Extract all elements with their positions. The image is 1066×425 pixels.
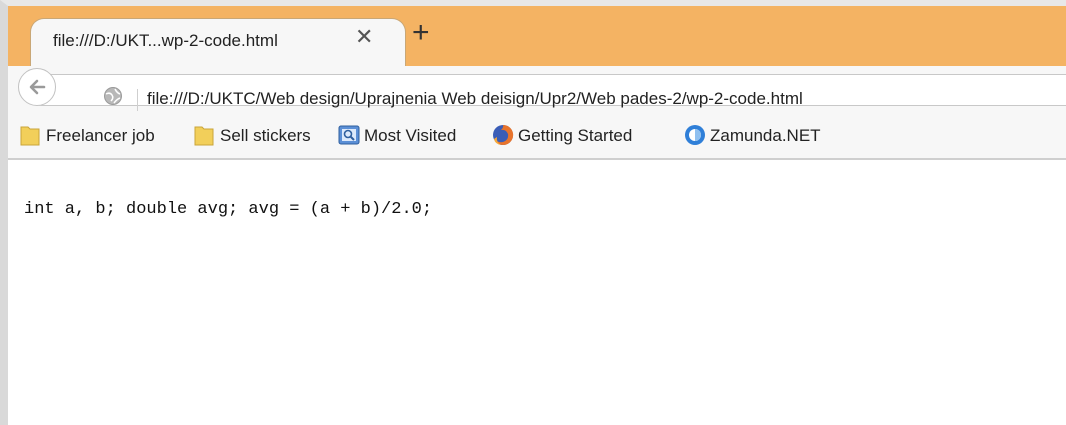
globe-icon (103, 86, 123, 111)
url-text[interactable]: file:///D:/UKTC/Web design/Uprajnenia We… (147, 89, 803, 109)
bookmark-label: Getting Started (518, 126, 633, 145)
most-visited-icon (338, 124, 360, 151)
tab-close-icon[interactable]: ✕ (355, 26, 373, 48)
tab-strip: file:///D:/UKT...wp-2-code.html ✕ + (8, 6, 1066, 66)
tab-title: file:///D:/UKT...wp-2-code.html (53, 31, 278, 50)
bookmark-label: Zamunda.NET (710, 126, 821, 145)
code-text: int a, b; double avg; avg = (a + b)/2.0; (24, 200, 433, 219)
browser-window: file:///D:/UKT...wp-2-code.html ✕ + file… (0, 0, 1066, 425)
url-bar[interactable]: file:///D:/UKTC/Web design/Uprajnenia We… (26, 74, 1066, 111)
back-button[interactable] (18, 68, 56, 106)
page-content: int a, b; double avg; avg = (a + b)/2.0; (8, 160, 1066, 425)
tab-active[interactable]: file:///D:/UKT...wp-2-code.html ✕ (30, 18, 406, 66)
navigation-bar: file:///D:/UKTC/Web design/Uprajnenia We… (8, 66, 1066, 113)
bookmark-label: Sell stickers (220, 126, 311, 145)
url-separator (137, 89, 138, 111)
bookmark-label: Freelancer job (46, 126, 155, 145)
firefox-icon (492, 124, 514, 151)
back-arrow-icon (29, 79, 46, 95)
bookmark-label: Most Visited (364, 126, 457, 145)
new-tab-button[interactable]: + (412, 18, 430, 48)
folder-icon (20, 124, 40, 151)
folder-icon (194, 124, 214, 151)
bookmarks-toolbar: Freelancer job Sell stickers Most Visite… (8, 112, 1066, 160)
zamunda-icon (684, 124, 706, 151)
